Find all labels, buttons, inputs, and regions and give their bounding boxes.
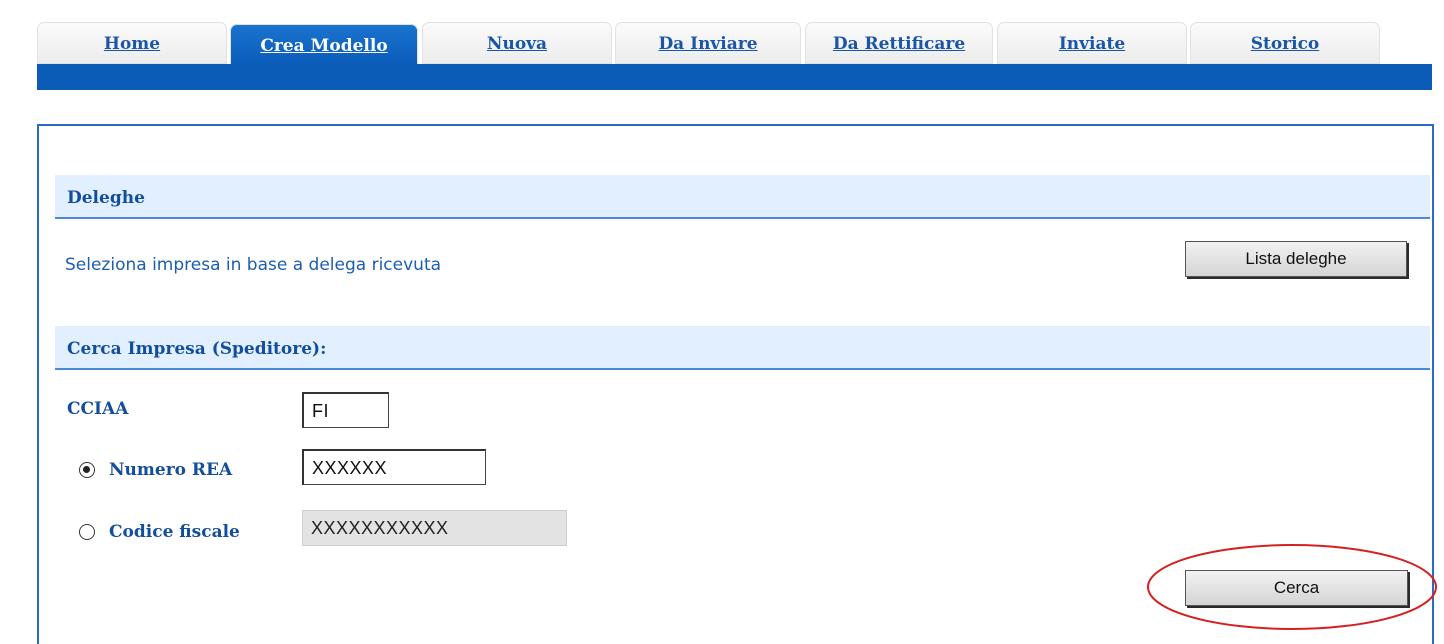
tab-home[interactable]: Home <box>37 22 227 64</box>
deleghe-section-header: Deleghe <box>55 175 1430 219</box>
numero-rea-radio[interactable] <box>79 462 95 478</box>
numero-rea-input[interactable]: XXXXXX <box>302 449 486 485</box>
main-panel: Deleghe Seleziona impresa in base a dele… <box>37 124 1434 644</box>
radio-selected-dot <box>83 466 90 473</box>
cciaa-input[interactable]: FI <box>302 392 389 428</box>
deleghe-description: Seleziona impresa in base a delega ricev… <box>65 255 442 275</box>
codice-fiscale-input: XXXXXXXXXXX <box>302 510 567 546</box>
tab-da-rettificare[interactable]: Da Rettificare <box>805 22 993 64</box>
main-nav-tabs: Home Crea Modello Nuova Da Inviare Da Re… <box>37 22 1437 66</box>
nav-underline-bar <box>37 64 1432 90</box>
tab-inviate[interactable]: Inviate <box>997 22 1187 64</box>
numero-rea-label: Numero REA <box>109 460 233 480</box>
codice-fiscale-label: Codice fiscale <box>109 522 240 542</box>
tab-da-inviare[interactable]: Da Inviare <box>615 22 801 64</box>
tab-nuova[interactable]: Nuova <box>422 22 612 64</box>
codice-fiscale-radio[interactable] <box>79 524 95 540</box>
cciaa-label: CCIAA <box>67 399 129 419</box>
cerca-button[interactable]: Cerca <box>1185 570 1408 606</box>
cerca-impresa-section-header: Cerca Impresa (Speditore): <box>55 326 1430 370</box>
tab-storico[interactable]: Storico <box>1190 22 1380 64</box>
lista-deleghe-button[interactable]: Lista deleghe <box>1185 241 1407 277</box>
tab-crea-modello[interactable]: Crea Modello <box>230 24 418 66</box>
